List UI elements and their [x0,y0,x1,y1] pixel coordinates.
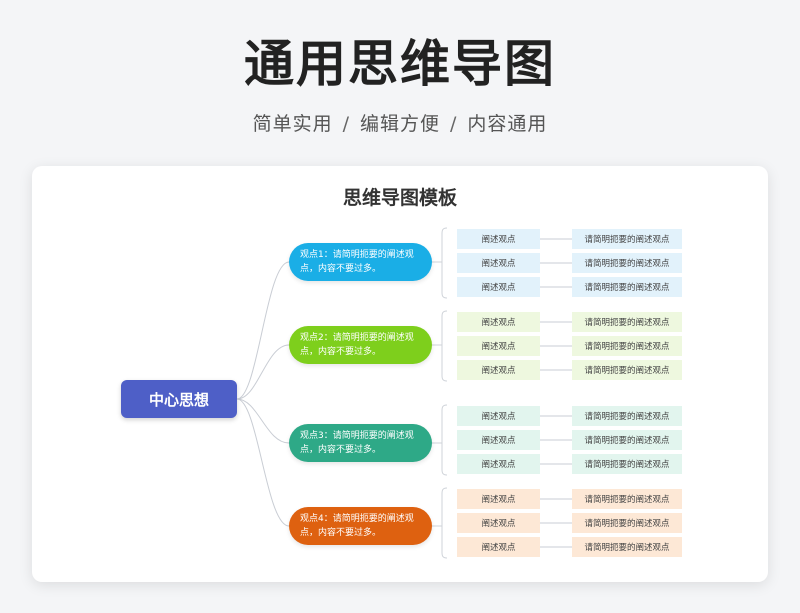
leaf-detail-3-2[interactable]: 请简明扼要的阐述观点 [572,430,682,450]
leaf-point-4-1[interactable]: 阐述观点 [457,489,540,509]
leaf-detail-1-2[interactable]: 请简明扼要的阐述观点 [572,253,682,273]
branch-label: 观点2：请简明扼要的阐述观点，内容不要过多。 [300,333,414,357]
branch-node-1[interactable]: 观点1：请简明扼要的阐述观点，内容不要过多。 [289,243,432,281]
leaf-point-3-2[interactable]: 阐述观点 [457,430,540,450]
leaf-detail-2-2[interactable]: 请简明扼要的阐述观点 [572,336,682,356]
leaf-detail-1-1[interactable]: 请简明扼要的阐述观点 [572,229,682,249]
leaf-point-1-2[interactable]: 阐述观点 [457,253,540,273]
leaf-detail-4-1[interactable]: 请简明扼要的阐述观点 [572,489,682,509]
leaf-detail-3-3[interactable]: 请简明扼要的阐述观点 [572,454,682,474]
branch-4-bracket [441,487,448,559]
leaf-point-4-3[interactable]: 阐述观点 [457,537,540,557]
leaf-point-1-3[interactable]: 阐述观点 [457,277,540,297]
center-to-branch-4-connector [236,398,290,527]
leaf-point-2-3[interactable]: 阐述观点 [457,360,540,380]
leaf-detail-4-2[interactable]: 请简明扼要的阐述观点 [572,513,682,533]
branch-label: 观点3：请简明扼要的阐述观点，内容不要过多。 [300,431,414,455]
branch-label: 观点1：请简明扼要的阐述观点，内容不要过多。 [300,250,414,274]
leaf-detail-4-3[interactable]: 请简明扼要的阐述观点 [572,537,682,557]
leaf-detail-3-1[interactable]: 请简明扼要的阐述观点 [572,406,682,426]
center-to-branch-1-connector [236,261,290,400]
branch-node-2[interactable]: 观点2：请简明扼要的阐述观点，内容不要过多。 [289,326,432,364]
leaf-point-2-2[interactable]: 阐述观点 [457,336,540,356]
branch-node-3[interactable]: 观点3：请简明扼要的阐述观点，内容不要过多。 [289,424,432,462]
branch-label: 观点4：请简明扼要的阐述观点，内容不要过多。 [300,514,414,538]
branch-2-bracket [441,310,448,382]
leaf-detail-2-3[interactable]: 请简明扼要的阐述观点 [572,360,682,380]
leaf-detail-2-1[interactable]: 请简明扼要的阐述观点 [572,312,682,332]
branch-3-bracket [441,404,448,476]
center-to-branch-2-connector [236,344,290,400]
leaf-point-4-2[interactable]: 阐述观点 [457,513,540,533]
leaf-point-3-1[interactable]: 阐述观点 [457,406,540,426]
branch-node-4[interactable]: 观点4：请简明扼要的阐述观点，内容不要过多。 [289,507,432,545]
leaf-point-1-1[interactable]: 阐述观点 [457,229,540,249]
leaf-point-2-1[interactable]: 阐述观点 [457,312,540,332]
leaf-point-3-3[interactable]: 阐述观点 [457,454,540,474]
center-node[interactable]: 中心思想 [121,380,237,418]
leaf-detail-1-3[interactable]: 请简明扼要的阐述观点 [572,277,682,297]
branch-1-bracket [441,227,448,299]
